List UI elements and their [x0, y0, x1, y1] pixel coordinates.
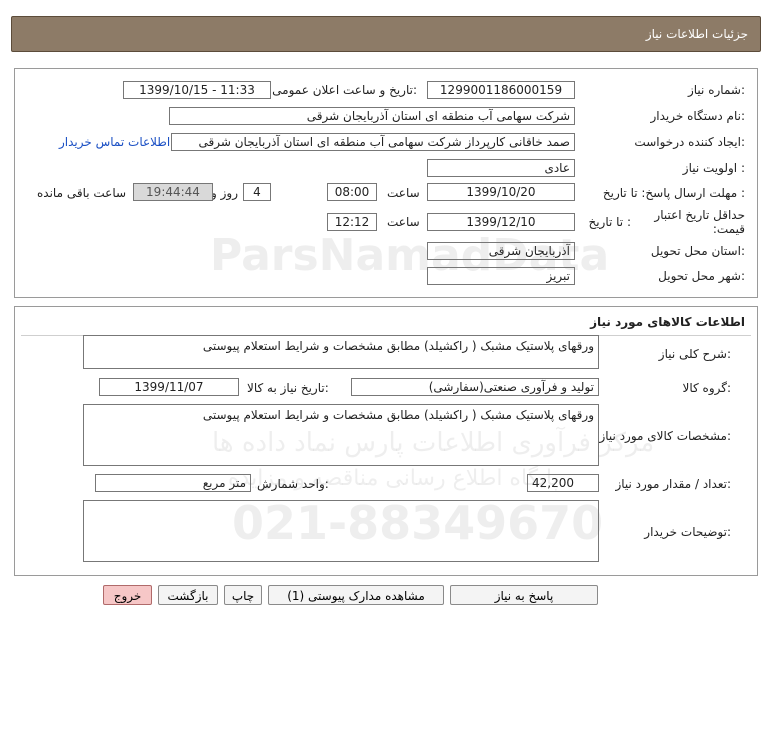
remaining-time-label: ساعت باقی مانده [37, 186, 127, 200]
attachments-button[interactable]: مشاهده مدارک پیوستی (1) [268, 585, 444, 605]
buyer-notes-field [83, 500, 599, 562]
price-validity-date: 1399/12/10 [427, 213, 575, 231]
buyer-org-label: نام دستگاه خریدار: [650, 109, 746, 123]
buyer-notes-label: توضیحات خریدار: [644, 525, 731, 539]
response-deadline-time-label: ساعت [387, 186, 420, 200]
response-deadline-time: 08:00 [327, 183, 377, 201]
priority-label: اولویت نیاز : [682, 161, 745, 175]
delivery-city-label: شهر محل تحویل: [658, 269, 745, 283]
quantity-label: تعداد / مقدار مورد نیاز: [615, 477, 731, 491]
goods-group-field: تولید و فرآوری صنعتی(سفارشی) [351, 378, 599, 396]
delivery-city-field: تبریز [427, 267, 575, 285]
goods-info-panel: اطلاعات کالاهای مورد نیاز شرح کلی نیاز: … [14, 306, 758, 576]
remaining-time-field: 19:44:44 [133, 183, 213, 201]
delivery-province-label: استان محل تحویل: [650, 244, 745, 258]
print-button[interactable]: چاپ [224, 585, 262, 605]
page-title: جزئیات اطلاعات نیاز [645, 27, 748, 41]
general-description-field: ورقهای پلاستیک مشبک ( راکشیلد) مطابق مشخ… [83, 335, 599, 369]
price-validity-time: 12:12 [327, 213, 377, 231]
delivery-province-field: آذربایجان شرقی [427, 242, 575, 260]
goods-section-title: اطلاعات کالاهای مورد نیاز [590, 315, 745, 329]
general-description-label: شرح کلی نیاز: [658, 347, 731, 361]
reply-button[interactable]: پاسخ به نیاز [450, 585, 598, 605]
need-date-field: 1399/11/07 [99, 378, 239, 396]
remaining-days-field: 4 [243, 183, 271, 201]
unit-field: متر مربع [95, 474, 251, 492]
back-button[interactable]: بازگشت [158, 585, 218, 605]
unit-label: واحد شمارش: [257, 477, 329, 491]
quantity-field: 42,200 [527, 474, 599, 492]
exit-button[interactable]: خروج [103, 585, 152, 605]
need-number-field: 1299001186000159 [427, 81, 575, 99]
page-header: جزئیات اطلاعات نیاز [11, 16, 761, 52]
announce-datetime-label: تاریخ و ساعت اعلان عمومی: [272, 83, 417, 97]
goods-spec-label: مشخصات کالای مورد نیاز: [599, 429, 731, 443]
price-validity-label: حداقل تاریخ اعتبار قیمت: [654, 208, 745, 236]
need-number-label: شماره نیاز: [687, 83, 745, 97]
goods-group-label: گروه کالا: [682, 381, 732, 395]
remaining-days-label: روز و [211, 186, 238, 200]
need-date-label: تاریخ نیاز به کالا: [247, 381, 329, 395]
goods-spec-field: ورقهای پلاستیک مشبک ( راکشیلد) مطابق مشخ… [83, 404, 599, 466]
buyer-contact-link[interactable]: اطلاعات تماس خریدار [59, 135, 170, 149]
buyer-org-field: شرکت سهامی آب منطقه ای استان آذربایجان ش… [169, 107, 575, 125]
response-deadline-date: 1399/10/20 [427, 183, 575, 201]
request-creator-field: صمد خاقانی کارپرداز شرکت سهامی آب منطقه … [171, 133, 575, 151]
announce-datetime-field: 1399/10/15 - 11:33 [123, 81, 271, 99]
priority-field: عادی [427, 159, 575, 177]
response-deadline-label: مهلت ارسال پاسخ: تا تاریخ : [602, 186, 745, 200]
need-info-panel: شماره نیاز: 1299001186000159 تاریخ و ساع… [14, 68, 758, 298]
price-validity-until-label: تا تاریخ : [588, 215, 631, 229]
request-creator-label: ایجاد کننده درخواست: [634, 135, 745, 149]
price-validity-time-label: ساعت [387, 215, 420, 229]
